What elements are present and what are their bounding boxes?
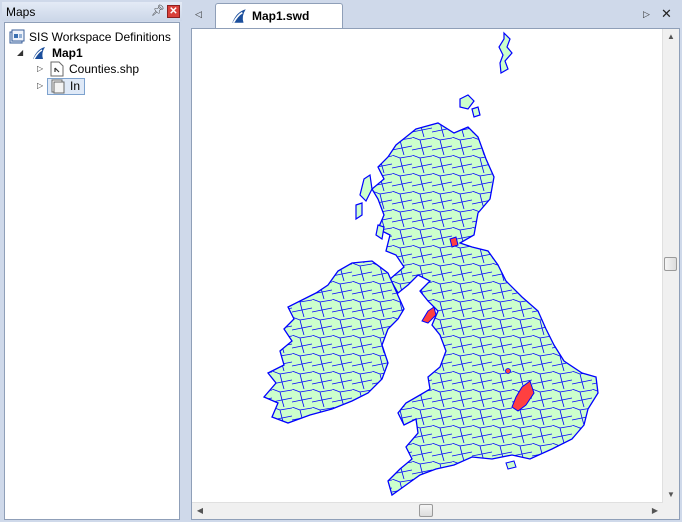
tab-map1-swd[interactable]: Map1.swd: [215, 3, 343, 28]
scroll-tabs-left-icon[interactable]: ◁: [195, 9, 202, 20]
scroll-left-icon[interactable]: ◀: [192, 503, 208, 519]
tree-item-map1[interactable]: ◢ Map1: [17, 45, 167, 61]
expand-icon[interactable]: ▷: [37, 78, 46, 94]
tree-item-counties[interactable]: ▷ Counties.shp: [37, 61, 167, 77]
isle-of-wight: [505, 460, 517, 470]
tree-root[interactable]: SIS Workspace Definitions: [9, 29, 179, 45]
maps-panel: Maps 📌︎ ✕ SIS Workspace Definitions ◢ Ma…: [0, 0, 184, 522]
overlay-icon: [50, 78, 66, 94]
panel-title: Maps: [6, 5, 36, 19]
map-document-icon: [230, 7, 248, 28]
map-view[interactable]: ▲ ▼ ◀ ▶: [191, 28, 680, 520]
scroll-tabs-right-icon[interactable]: ▷: [643, 9, 650, 20]
scrollbar-corner: [663, 503, 679, 519]
great-britain: [371, 122, 599, 497]
collapse-icon[interactable]: ◢: [17, 45, 26, 61]
pin-icon[interactable]: 📌︎: [151, 5, 165, 18]
scroll-right-icon[interactable]: ▶: [647, 503, 663, 519]
map-icon: [31, 45, 47, 61]
tree-item-in-label: In: [70, 79, 81, 93]
close-document-icon[interactable]: ✕: [661, 6, 672, 22]
expand-icon[interactable]: ▷: [37, 61, 46, 77]
tree-root-label: SIS Workspace Definitions: [29, 30, 171, 44]
shetland-islands: [498, 31, 513, 74]
tree-item-counties-label: Counties.shp: [69, 62, 140, 76]
shapefile-icon: [49, 61, 65, 77]
tab-label: Map1.swd: [252, 9, 310, 23]
tab-strip: ◁ Map1.swd ▷ ✕: [189, 0, 682, 28]
horizontal-scroll-thumb[interactable]: [419, 504, 433, 517]
close-icon[interactable]: ✕: [167, 5, 180, 18]
map-canvas[interactable]: [192, 29, 664, 501]
scroll-down-icon[interactable]: ▼: [663, 487, 679, 503]
orkney-islands: [459, 94, 481, 118]
vertical-scroll-thumb[interactable]: [664, 257, 677, 271]
vertical-scrollbar[interactable]: ▲ ▼: [662, 29, 679, 503]
tree-item-map1-label: Map1: [52, 46, 83, 60]
ireland: [262, 260, 405, 424]
workspace-tree: SIS Workspace Definitions ◢ Map1 ▷ Count…: [4, 22, 180, 520]
scroll-up-icon[interactable]: ▲: [663, 29, 679, 45]
panel-header: Maps 📌︎ ✕: [2, 2, 182, 21]
highlighted-point[interactable]: [505, 368, 511, 374]
horizontal-scrollbar[interactable]: ◀ ▶: [192, 502, 663, 519]
highlighted-county[interactable]: [449, 236, 459, 248]
tree-item-in[interactable]: ▷ In: [37, 78, 87, 95]
workspace-icon: [9, 29, 25, 45]
document-area: ◁ Map1.swd ▷ ✕ ▲ ▼ ◀ ▶: [189, 0, 682, 522]
